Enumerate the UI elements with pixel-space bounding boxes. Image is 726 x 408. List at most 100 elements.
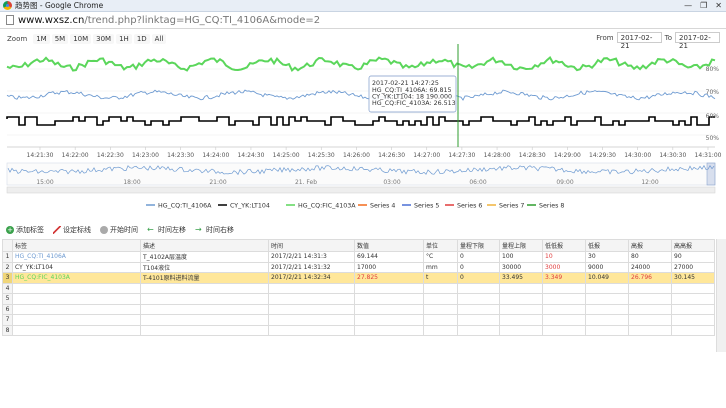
table-row[interactable]: 5	[2, 293, 715, 305]
table-cell[interactable]	[585, 293, 629, 305]
table-cell[interactable]	[423, 314, 458, 326]
table-cell[interactable]	[354, 293, 424, 305]
table-cell[interactable]	[140, 314, 269, 326]
legend-item[interactable]: Series 4	[370, 203, 395, 210]
table-cell[interactable]: 17000	[354, 261, 424, 273]
table-cell[interactable]	[585, 282, 629, 294]
table-cell[interactable]: 90	[671, 251, 715, 263]
restore-button[interactable]: ❐	[700, 1, 707, 10]
table-cell[interactable]: 24000	[628, 261, 672, 273]
table-cell[interactable]	[12, 303, 141, 315]
table-cell[interactable]	[542, 324, 586, 336]
table-cell[interactable]	[628, 324, 672, 336]
table-cell[interactable]: 9000	[585, 261, 629, 273]
table-row[interactable]: 6	[2, 303, 715, 315]
legend-item[interactable]: Series 5	[414, 203, 439, 210]
table-cell[interactable]: t	[423, 272, 458, 284]
table-cell[interactable]: 33.495	[499, 272, 543, 284]
legend-item[interactable]: Series 6	[457, 203, 482, 210]
legend-item[interactable]: HG_CQ:TI_4106A	[158, 203, 212, 210]
table-cell[interactable]: 26.796	[628, 272, 672, 284]
table-cell[interactable]: 30.145	[671, 272, 715, 284]
header-range-low[interactable]: 量程下限	[457, 239, 500, 252]
table-cell[interactable]	[542, 303, 586, 315]
table-cell[interactable]	[268, 324, 355, 336]
table-cell[interactable]	[671, 282, 715, 294]
table-cell[interactable]	[423, 303, 458, 315]
table-cell[interactable]	[423, 293, 458, 305]
table-cell[interactable]: HG_CQ:TI_4106A	[12, 251, 141, 263]
table-cell[interactable]: 2017/2/21 14:32:34	[268, 272, 355, 284]
trend-chart[interactable]: 80%70%60%50% 14:21:30 14:22:00 14:22:30 14:…	[0, 29, 726, 222]
table-cell[interactable]	[12, 293, 141, 305]
header-desc[interactable]: 描述	[140, 239, 269, 252]
table-cell[interactable]: 30000	[499, 261, 543, 273]
table-cell[interactable]: mm	[423, 261, 458, 273]
table-cell[interactable]: 27000	[671, 261, 715, 273]
legend-item[interactable]: Series 7	[499, 203, 524, 210]
start-time-button[interactable]: 开始时间	[100, 225, 138, 235]
table-cell[interactable]	[268, 293, 355, 305]
table-cell[interactable]	[12, 324, 141, 336]
navigator[interactable]: 15:00 18:00 21:00 21. Feb 03:00 06:00 09:00 12:…	[6, 162, 716, 194]
table-cell[interactable]	[628, 282, 672, 294]
table-cell[interactable]: T_4102A层温度	[140, 251, 269, 263]
legend-item[interactable]: CY_YK:LT104	[230, 203, 270, 210]
legend-item[interactable]: Series 8	[539, 203, 564, 210]
table-row[interactable]: 3 HG_CQ:FIC_4103A T-4101原料进料流量 2017/2/21 14…	[2, 272, 715, 284]
table-cell[interactable]	[542, 282, 586, 294]
table-cell[interactable]: 2017/2/21 14:31:32	[268, 261, 355, 273]
table-cell[interactable]: 2017/2/21 14:31:3	[268, 251, 355, 263]
table-cell[interactable]	[499, 282, 543, 294]
table-cell[interactable]: 27.825	[354, 272, 424, 284]
header-lolo[interactable]: 低低报	[542, 239, 586, 252]
table-cell[interactable]	[354, 282, 424, 294]
table-cell[interactable]: 0	[457, 261, 500, 273]
table-cell[interactable]	[671, 314, 715, 326]
table-cell[interactable]	[671, 303, 715, 315]
table-cell[interactable]	[457, 324, 500, 336]
table-cell[interactable]: 3.349	[542, 272, 586, 284]
table-cell[interactable]: °C	[423, 251, 458, 263]
table-cell[interactable]	[457, 293, 500, 305]
table-cell[interactable]	[542, 314, 586, 326]
table-row[interactable]: 8	[2, 324, 715, 336]
table-cell[interactable]	[585, 314, 629, 326]
table-row[interactable]: 2 CY_YK:LT104 T104液位 2017/2/21 14:31:32 1700…	[2, 261, 715, 273]
table-cell[interactable]	[457, 314, 500, 326]
table-cell[interactable]	[628, 293, 672, 305]
table-cell[interactable]	[542, 293, 586, 305]
table-cell[interactable]: HG_CQ:FIC_4103A	[12, 272, 141, 284]
time-right-button[interactable]: → 时间右移	[195, 225, 234, 235]
table-cell[interactable]	[585, 303, 629, 315]
table-row[interactable]: 7	[2, 314, 715, 326]
table-cell[interactable]	[140, 282, 269, 294]
header-tag[interactable]: 标签	[12, 239, 141, 252]
table-cell[interactable]	[585, 324, 629, 336]
table-cell[interactable]	[140, 293, 269, 305]
table-cell[interactable]	[671, 293, 715, 305]
table-cell[interactable]: 69.144	[354, 251, 424, 263]
time-left-button[interactable]: ← 时间左移	[147, 225, 186, 235]
table-cell[interactable]	[499, 314, 543, 326]
minimize-button[interactable]: —	[684, 1, 692, 10]
header-lo[interactable]: 低报	[585, 239, 629, 252]
table-cell[interactable]	[628, 303, 672, 315]
header-time[interactable]: 时间	[268, 239, 355, 252]
table-cell[interactable]	[457, 303, 500, 315]
table-cell[interactable]	[628, 314, 672, 326]
table-scrollbar[interactable]	[716, 239, 726, 352]
table-cell[interactable]	[268, 303, 355, 315]
table-cell[interactable]: 100	[499, 251, 543, 263]
table-cell[interactable]	[499, 324, 543, 336]
table-cell[interactable]	[457, 282, 500, 294]
table-cell[interactable]	[499, 303, 543, 315]
table-cell[interactable]: 80	[628, 251, 672, 263]
table-cell[interactable]	[354, 314, 424, 326]
table-cell[interactable]	[423, 324, 458, 336]
table-row[interactable]: 1 HG_CQ:TI_4106A T_4102A层温度 2017/2/21 14:31…	[2, 251, 715, 263]
legend-item[interactable]: HG_CQ:FIC_4103A	[298, 203, 356, 210]
table-cell[interactable]: 0	[457, 251, 500, 263]
table-cell[interactable]	[268, 282, 355, 294]
table-cell[interactable]	[671, 324, 715, 336]
